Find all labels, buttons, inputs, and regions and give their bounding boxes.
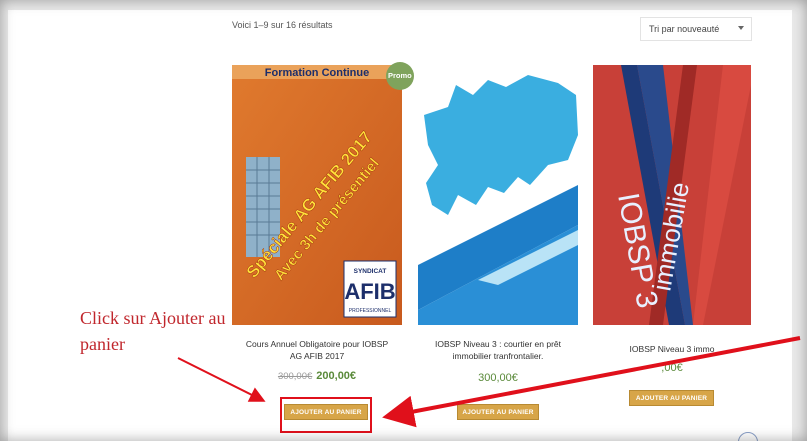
annotation-arrows [177,336,801,428]
annotation-arrow-left [177,357,266,402]
annotation-arrow-right [382,336,801,428]
highlight-box [280,397,372,433]
screenshot-frame: Voici 1–9 sur 16 résultats Tri par nouve… [0,0,807,441]
